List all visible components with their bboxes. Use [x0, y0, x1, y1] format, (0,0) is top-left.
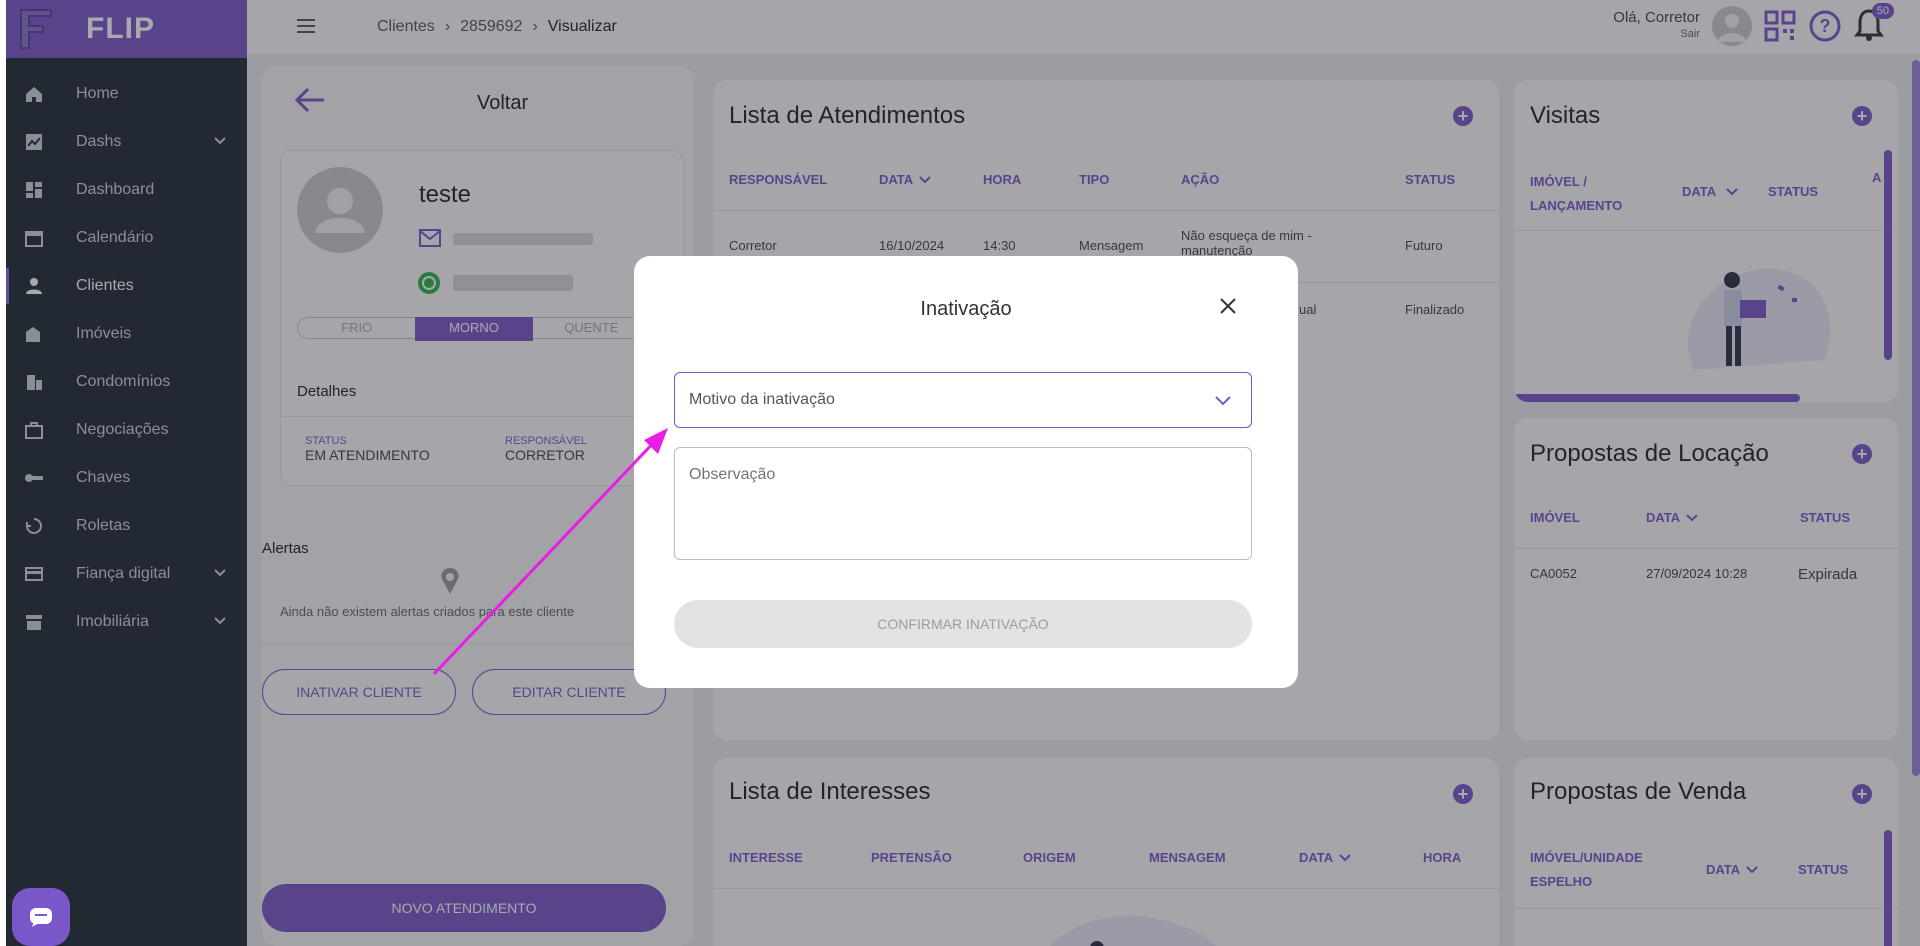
chat-icon	[30, 908, 52, 927]
annotation-arrow	[432, 428, 668, 676]
inactivation-reason-select[interactable]: Motivo da inativação	[674, 372, 1252, 428]
modal-title: Inativação	[920, 298, 1012, 320]
close-icon[interactable]	[1216, 294, 1240, 318]
inactivation-modal: Inativação Motivo da inativação CONFIRMA…	[634, 256, 1298, 688]
app: FLIP Home Dashs Dashboard Calendário Cli…	[6, 0, 1920, 946]
select-placeholder: Motivo da inativação	[689, 391, 835, 408]
chevron-down-icon	[1215, 396, 1231, 406]
chat-button[interactable]	[12, 888, 70, 946]
observation-field[interactable]	[674, 447, 1252, 560]
confirm-inactivation-button[interactable]: CONFIRMAR INATIVAÇÃO	[674, 600, 1252, 648]
